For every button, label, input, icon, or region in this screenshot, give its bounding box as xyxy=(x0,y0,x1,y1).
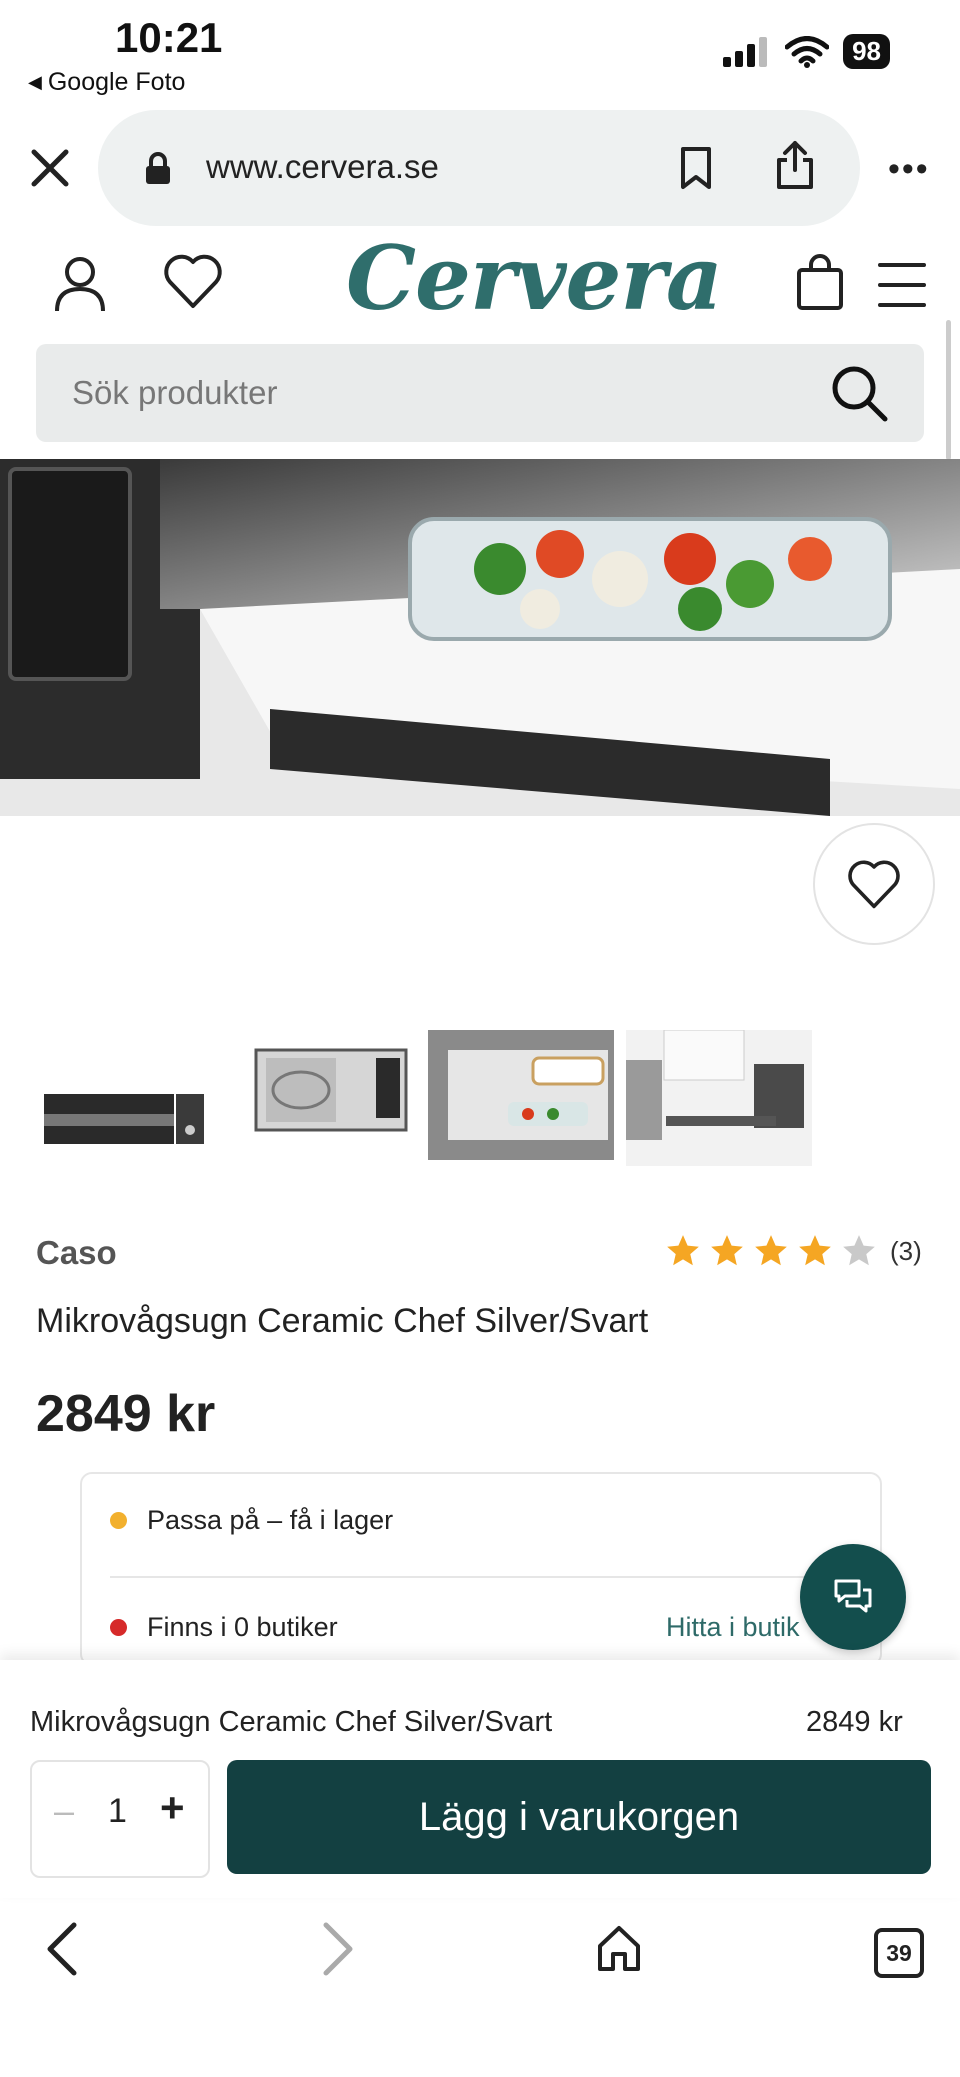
store-stock-text: Finns i 0 butiker xyxy=(147,1612,338,1642)
chat-button[interactable] xyxy=(800,1544,906,1650)
star-icon xyxy=(711,1235,743,1266)
product-price: 2849 kr xyxy=(36,1385,216,1443)
thumbnail-microwave-open[interactable] xyxy=(236,1030,422,1166)
product-rating[interactable]: (3) xyxy=(664,1232,922,1270)
chat-icon xyxy=(834,1579,872,1613)
site-logo[interactable]: Cervera xyxy=(346,226,723,330)
status-time: 10:21 xyxy=(115,14,223,61)
thumbnail-kitchen-interior[interactable] xyxy=(626,1030,812,1166)
hamburger-menu-icon[interactable] xyxy=(878,262,926,308)
heart-icon xyxy=(848,860,900,909)
browser-back-icon[interactable] xyxy=(46,1922,78,1976)
lock-icon xyxy=(146,152,170,184)
more-options-icon[interactable]: ••• xyxy=(888,150,930,189)
signal-icon xyxy=(723,36,768,67)
microwave-interior-illustration xyxy=(0,459,960,816)
divider xyxy=(110,1576,860,1578)
share-icon[interactable] xyxy=(775,140,815,190)
find-in-store-link[interactable]: Hitta i butik xyxy=(666,1612,800,1643)
thumbnail-image xyxy=(428,1030,614,1160)
status-dot-icon xyxy=(110,1619,127,1636)
quantity-value[interactable]: 1 xyxy=(108,1792,127,1831)
wifi-icon xyxy=(785,35,830,68)
back-to-app-link[interactable]: ◀ Google Foto xyxy=(28,68,185,97)
product-brand[interactable]: Caso xyxy=(36,1234,117,1272)
scrollbar[interactable] xyxy=(946,320,951,460)
status-dot-icon xyxy=(110,1512,127,1529)
thumbnail-microwave-with-dish[interactable] xyxy=(428,1030,614,1166)
wishlist-heart-icon[interactable] xyxy=(162,252,224,310)
thumbnail-image xyxy=(626,1030,812,1166)
add-to-cart-button[interactable]: Lägg i varukorgen xyxy=(227,1760,931,1874)
store-stock-status: Finns i 0 butiker xyxy=(110,1612,338,1643)
thumbnail-microwave-front[interactable] xyxy=(36,1030,222,1166)
star-empty-icon xyxy=(843,1235,875,1266)
product-hero-image[interactable] xyxy=(0,459,960,816)
sticky-product-name: Mikrovågsugn Ceramic Chef Silver/Svart xyxy=(30,1706,553,1738)
back-app-label: Google Foto xyxy=(47,68,186,96)
thumbnail-image xyxy=(254,1048,408,1132)
quantity-increase-button[interactable]: + xyxy=(160,1784,185,1832)
bookmark-icon[interactable] xyxy=(678,146,714,190)
close-icon[interactable] xyxy=(22,140,78,196)
online-stock-status: Passa på – få i lager xyxy=(110,1505,393,1536)
quantity-decrease-button[interactable]: – xyxy=(54,1790,74,1832)
cart-bag-icon[interactable] xyxy=(796,254,844,310)
thumbnail-image xyxy=(44,1094,204,1144)
browser-home-icon[interactable] xyxy=(596,1924,642,1972)
status-icons: 98 xyxy=(723,34,890,69)
url-text[interactable]: www.cervera.se xyxy=(206,148,439,186)
search-icon[interactable] xyxy=(828,362,890,424)
star-icon xyxy=(755,1235,787,1266)
back-triangle-icon: ◀ xyxy=(28,72,42,92)
account-icon[interactable] xyxy=(52,254,108,314)
browser-tabs-button[interactable]: 39 xyxy=(874,1928,924,1978)
sticky-product-price: 2849 kr xyxy=(806,1706,903,1738)
browser-forward-icon[interactable] xyxy=(322,1922,354,1976)
star-icon xyxy=(799,1235,831,1266)
add-to-wishlist-button[interactable] xyxy=(813,823,935,945)
product-title: Mikrovågsugn Ceramic Chef Silver/Svart xyxy=(36,1302,649,1340)
star-icon xyxy=(667,1235,699,1266)
battery-level: 98 xyxy=(843,34,890,69)
review-count: (3) xyxy=(890,1235,922,1266)
online-stock-text: Passa på – få i lager xyxy=(147,1505,394,1535)
search-placeholder: Sök produkter xyxy=(72,374,278,411)
